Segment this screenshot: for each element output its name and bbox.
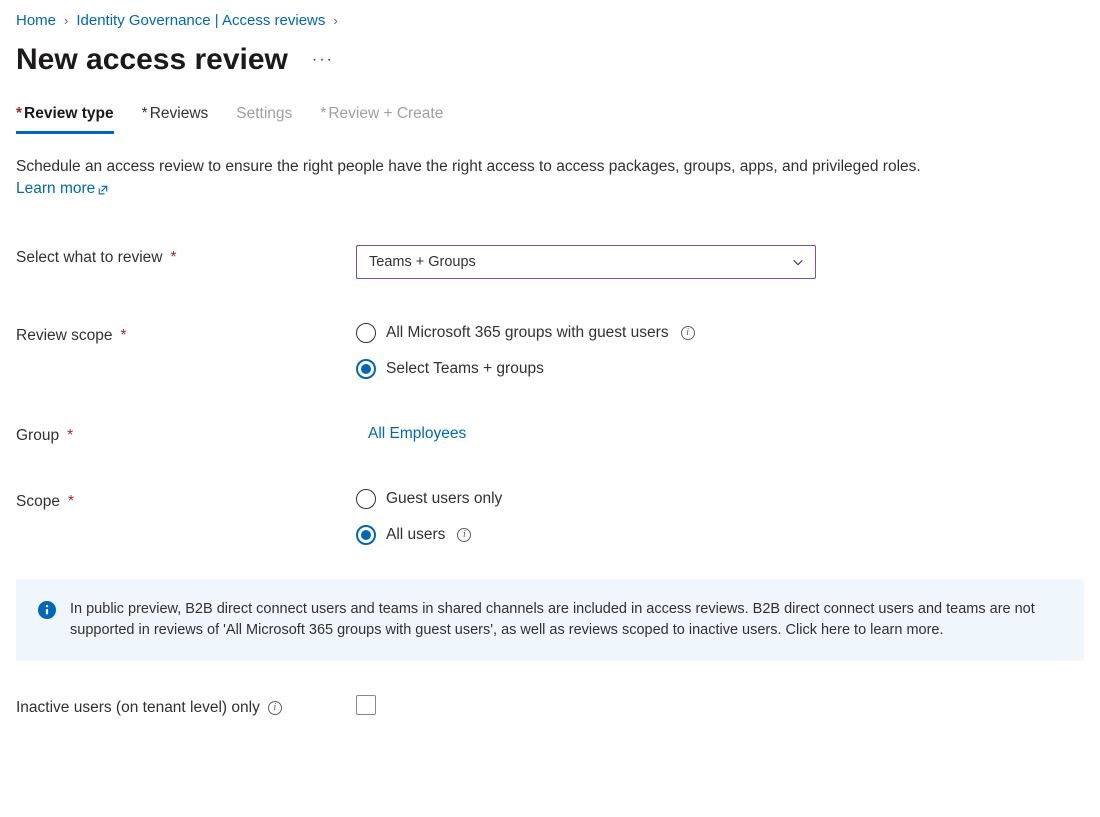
breadcrumb-governance[interactable]: Identity Governance | Access reviews bbox=[76, 12, 325, 29]
info-banner[interactable]: In public preview, B2B direct connect us… bbox=[16, 579, 1084, 661]
chevron-down-icon bbox=[791, 255, 805, 269]
scope-guest-only[interactable]: Guest users only bbox=[356, 489, 816, 509]
label-group: Group* bbox=[16, 423, 356, 445]
info-icon[interactable]: i bbox=[457, 528, 471, 542]
inactive-users-checkbox[interactable] bbox=[356, 695, 376, 715]
tab-reviews[interactable]: *Reviews bbox=[142, 105, 209, 134]
tab-settings[interactable]: Settings bbox=[236, 105, 292, 134]
group-link[interactable]: All Employees bbox=[368, 423, 466, 443]
scope-all-users[interactable]: All users i bbox=[356, 525, 816, 545]
label-scope: Scope* bbox=[16, 489, 356, 511]
label-inactive-users: Inactive users (on tenant level) only i bbox=[16, 695, 356, 717]
breadcrumb-home[interactable]: Home bbox=[16, 12, 56, 29]
radio-label: All users bbox=[386, 526, 445, 544]
radio-label: All Microsoft 365 groups with guest user… bbox=[386, 324, 669, 342]
select-what-value: Teams + Groups bbox=[369, 254, 476, 270]
tab-review-type[interactable]: *Review type bbox=[16, 105, 114, 134]
breadcrumb: Home › Identity Governance | Access revi… bbox=[16, 12, 1084, 29]
required-asterisk: * bbox=[142, 105, 148, 122]
tab-review-create[interactable]: *Review + Create bbox=[320, 105, 443, 134]
banner-text: In public preview, B2B direct connect us… bbox=[70, 599, 1062, 641]
radio-icon bbox=[356, 489, 376, 509]
info-icon[interactable]: i bbox=[681, 326, 695, 340]
required-asterisk: * bbox=[16, 105, 22, 122]
radio-label: Guest users only bbox=[386, 490, 502, 508]
radio-icon bbox=[356, 323, 376, 343]
chevron-right-icon: › bbox=[333, 13, 337, 28]
info-icon bbox=[38, 601, 56, 619]
chevron-right-icon: › bbox=[64, 13, 68, 28]
intro-text: Schedule an access review to ensure the … bbox=[16, 156, 1046, 201]
more-actions-button[interactable]: ··· bbox=[306, 47, 340, 73]
review-scope-all-m365[interactable]: All Microsoft 365 groups with guest user… bbox=[356, 323, 816, 343]
radio-icon bbox=[356, 359, 376, 379]
tab-bar: *Review type *Reviews Settings *Review +… bbox=[16, 105, 1084, 134]
label-select-what: Select what to review* bbox=[16, 245, 356, 267]
radio-icon bbox=[356, 525, 376, 545]
select-what-dropdown[interactable]: Teams + Groups bbox=[356, 245, 816, 279]
scope-radio-group: Guest users only All users i bbox=[356, 489, 816, 545]
learn-more-link[interactable]: Learn more bbox=[16, 178, 109, 200]
radio-label: Select Teams + groups bbox=[386, 360, 544, 378]
required-asterisk: * bbox=[320, 105, 326, 122]
page-title: New access review bbox=[16, 43, 288, 77]
review-scope-radio-group: All Microsoft 365 groups with guest user… bbox=[356, 323, 816, 379]
info-icon[interactable]: i bbox=[268, 701, 282, 715]
label-review-scope: Review scope* bbox=[16, 323, 356, 345]
review-scope-select-teams[interactable]: Select Teams + groups bbox=[356, 359, 816, 379]
external-link-icon bbox=[97, 184, 109, 196]
